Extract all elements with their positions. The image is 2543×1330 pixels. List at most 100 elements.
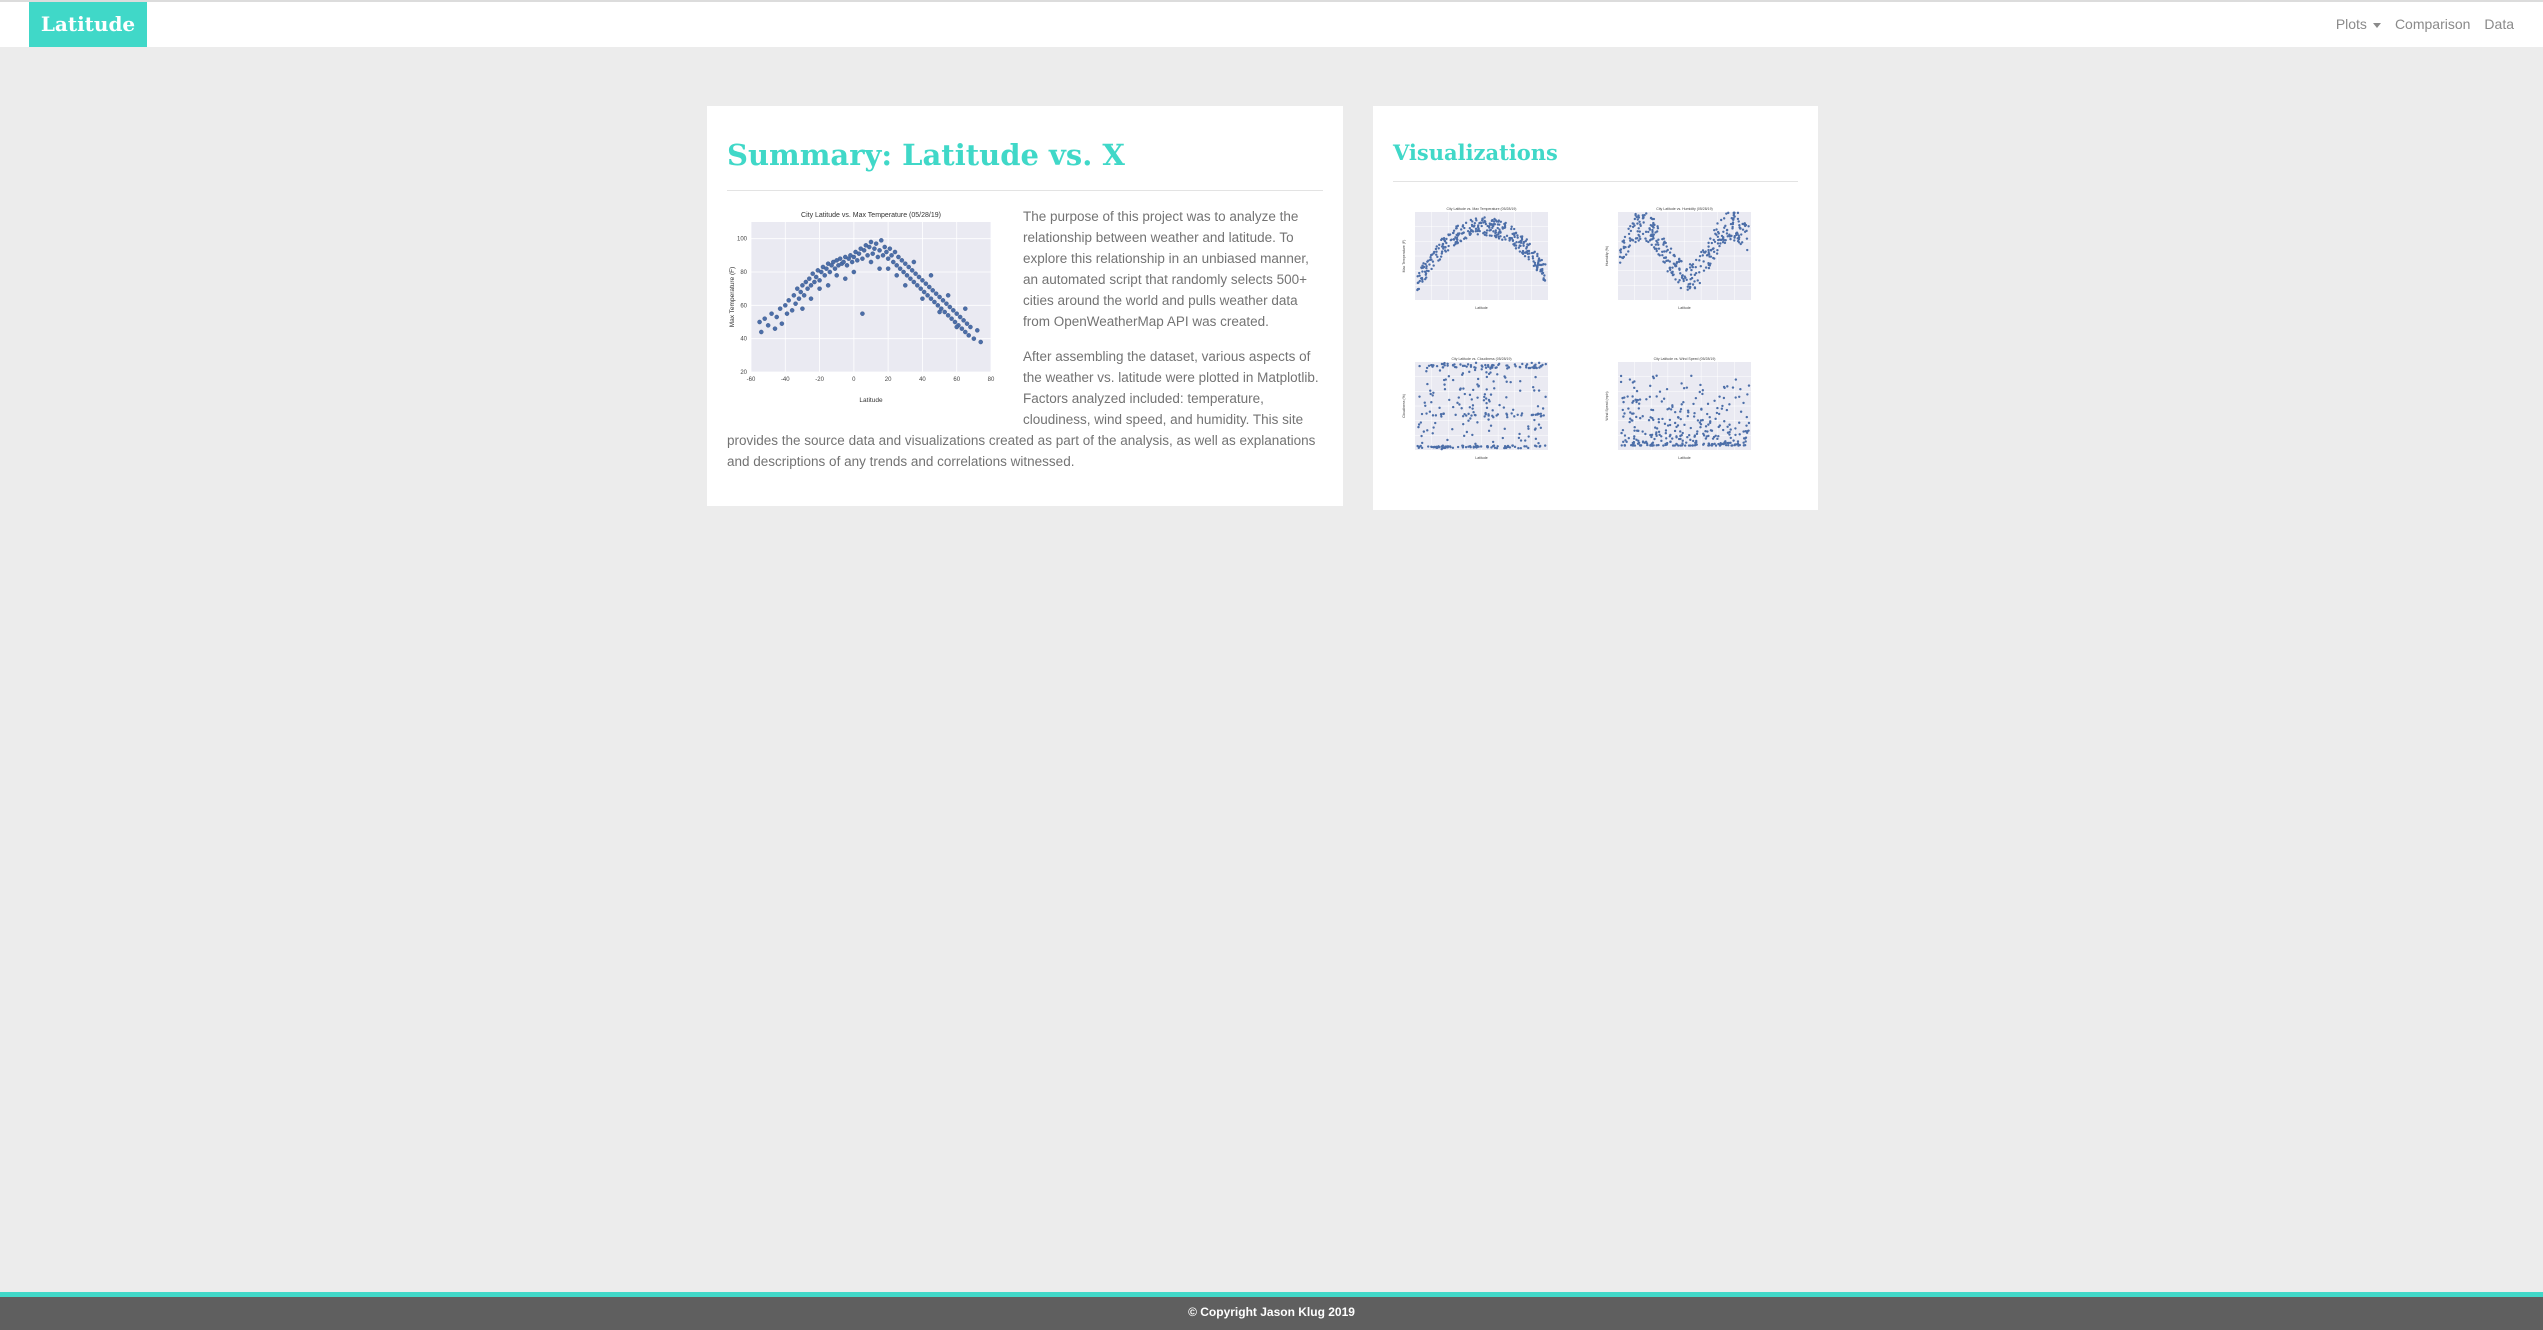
data-point [1627,407,1630,410]
data-point [937,309,942,315]
nav-plots-dropdown[interactable]: Plots [2329,2,2388,47]
data-point [1429,253,1433,257]
data-point [1501,226,1504,229]
data-point [793,301,798,306]
data-point [1419,421,1423,424]
y-tick-label: 60 [740,303,747,309]
data-point [1743,223,1746,227]
thumbnail-cloudiness[interactable]: City Latitude vs. Cloudiness (05/28/19) L… [1393,355,1553,461]
data-point [918,286,923,291]
data-point [1449,238,1453,242]
thumbnail-wind-speed[interactable]: City Latitude vs. Wind Speed (05/28/19) L… [1596,355,1756,461]
data-point [791,293,797,298]
data-point [1690,374,1693,378]
data-point [1485,234,1488,237]
data-point [1699,419,1703,422]
data-point [1729,436,1732,440]
data-point [1510,225,1513,228]
data-point [1429,389,1432,392]
data-point [1520,238,1524,241]
data-point [1516,236,1519,239]
data-point [1430,363,1433,367]
data-point [1517,446,1520,450]
data-point [1534,363,1537,366]
data-point [1430,401,1433,404]
summary-title: Summary: Latitude vs. X [727,138,1125,172]
data-point [1469,446,1472,449]
data-point [1516,234,1519,237]
data-point [1652,226,1655,229]
data-point [1687,283,1690,286]
data-point [928,296,934,301]
data-point [1706,402,1710,406]
data-point [1713,399,1716,403]
data-point [1438,369,1442,372]
nav-comparison-link[interactable]: Comparison [2388,2,2477,47]
data-point [1432,446,1435,449]
data-point [813,274,819,280]
data-point [1438,258,1442,261]
thumbnail-max-temperature[interactable]: City Latitude vs. Max Temperature (05/28… [1393,205,1553,311]
data-point [1693,287,1697,290]
data-point [1680,403,1683,406]
data-point [1621,428,1625,432]
nav-data-link[interactable]: Data [2477,2,2521,47]
data-point [1451,405,1455,409]
data-point [1744,440,1747,443]
data-point [1498,403,1501,407]
brand-logo[interactable]: Latitude [29,2,147,47]
data-point [800,306,805,311]
data-point [1446,364,1449,367]
data-point [1484,366,1488,369]
data-point [1717,412,1721,416]
data-point [1460,373,1464,376]
data-point [906,264,911,270]
x-tick-label: 40 [919,377,926,383]
data-point [1664,256,1668,259]
data-point [1624,253,1628,256]
data-point [867,244,872,250]
data-point [1517,240,1521,244]
data-point [1436,255,1439,259]
data-point [1627,227,1630,230]
data-point [1533,389,1536,392]
data-point [1521,362,1524,366]
data-point [1471,220,1474,223]
data-point [1480,368,1483,371]
data-point [952,319,958,325]
data-point [1624,245,1627,249]
data-point [1673,421,1677,425]
data-point [1736,440,1740,443]
data-point [801,293,807,298]
data-point [928,273,934,278]
data-point [1732,439,1735,442]
data-point [1467,412,1470,416]
data-point [832,266,838,271]
data-point [762,316,767,321]
thumbnail-humidity[interactable]: City Latitude vs. Humidity (05/28/19) Lat… [1596,205,1756,311]
data-point [1694,265,1697,269]
data-point [1709,237,1712,240]
data-point [957,314,963,320]
data-point [1435,364,1439,368]
data-point [1745,424,1748,427]
data-point [1725,229,1729,232]
data-point [911,259,917,265]
data-point [1522,244,1525,247]
data-point [1494,235,1497,238]
data-point [1623,434,1627,437]
data-point [1744,430,1747,433]
data-point [1680,382,1683,385]
data-point [1719,242,1722,245]
data-point [971,336,977,341]
data-point [1662,260,1665,263]
data-point [1440,445,1444,448]
data-point [1417,425,1420,429]
data-point [897,266,903,271]
data-point [885,266,891,271]
data-point [1446,438,1449,442]
data-point [1728,423,1731,426]
data-point [1535,265,1538,268]
data-point [1517,246,1521,249]
data-point [1462,387,1465,390]
